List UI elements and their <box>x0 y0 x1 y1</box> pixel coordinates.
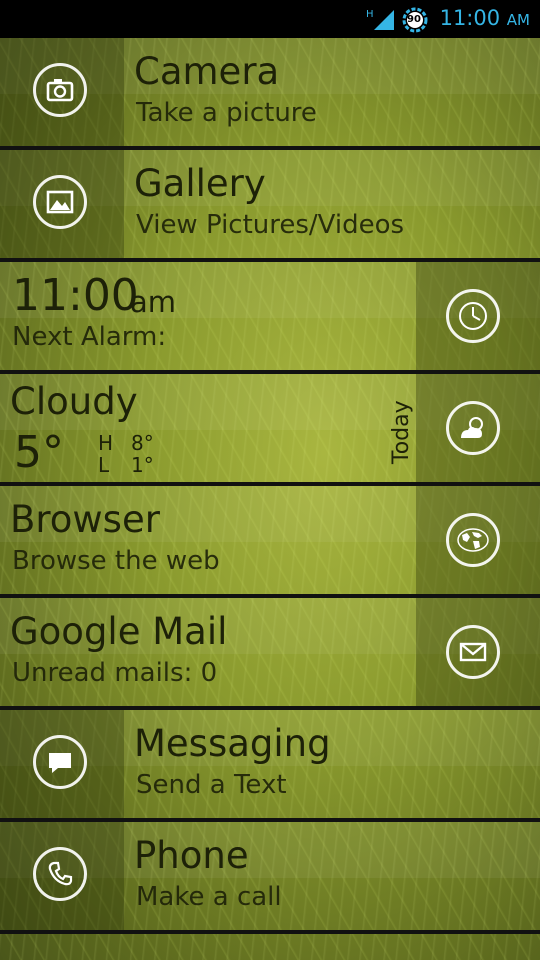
clock-tile[interactable]: 11:00 am Next Alarm: <box>0 262 540 374</box>
signal-icon: H <box>366 9 394 30</box>
clock-icon-box <box>416 262 540 370</box>
mail-subtitle: Unread mails: 0 <box>12 658 218 688</box>
globe-icon <box>446 513 500 567</box>
chat-bubble-icon <box>33 735 87 789</box>
weather-tile[interactable]: Cloudy 5° H 8° L 1° Today <box>0 374 540 486</box>
weather-low-value: 1° <box>131 453 154 477</box>
clock-time: 11:00 <box>12 270 139 321</box>
phone-title: Phone <box>134 834 249 877</box>
weather-cloud-sun-icon <box>446 401 500 455</box>
battery-icon: 90 <box>401 6 429 34</box>
home-screen: Camera Take a picture Gallery View Pictu… <box>0 38 540 960</box>
battery-level: 90 <box>407 14 421 25</box>
clock-next-alarm: Next Alarm: <box>12 322 167 352</box>
network-type-label: H <box>366 9 374 20</box>
messaging-title: Messaging <box>134 722 331 765</box>
clock-icon <box>446 289 500 343</box>
envelope-icon <box>446 625 500 679</box>
camera-icon <box>33 63 87 117</box>
messaging-tile[interactable]: Messaging Send a Text <box>0 710 540 822</box>
browser-subtitle: Browse the web <box>12 546 220 576</box>
mail-icon-box <box>416 598 540 706</box>
weather-temperature: 5° <box>14 427 64 478</box>
gallery-tile[interactable]: Gallery View Pictures/Videos <box>0 150 540 262</box>
camera-title: Camera <box>134 50 280 93</box>
mail-tile[interactable]: Google Mail Unread mails: 0 <box>0 598 540 710</box>
browser-tile[interactable]: Browser Browse the web <box>0 486 540 598</box>
weather-high-value: 8° <box>131 431 154 455</box>
phone-icon-box <box>0 822 124 930</box>
weather-high-label: H <box>98 431 114 455</box>
browser-icon-box <box>416 486 540 594</box>
camera-icon-box <box>0 38 124 146</box>
clock-ampm: am <box>130 285 177 319</box>
gallery-title: Gallery <box>134 162 266 205</box>
status-bar: H 90 11:00 AM <box>0 0 540 38</box>
status-time-value: 11:00 <box>439 6 501 30</box>
phone-tile[interactable]: Phone Make a call <box>0 822 540 934</box>
phone-subtitle: Make a call <box>136 882 282 912</box>
camera-tile[interactable]: Camera Take a picture <box>0 38 540 150</box>
gallery-icon-box <box>0 150 124 258</box>
messaging-subtitle: Send a Text <box>136 770 287 800</box>
weather-icon-box <box>416 374 540 482</box>
status-time: 11:00 AM <box>440 6 530 30</box>
mail-title: Google Mail <box>10 610 228 653</box>
camera-subtitle: Take a picture <box>136 98 317 128</box>
gallery-subtitle: View Pictures/Videos <box>136 210 405 240</box>
status-time-ampm: AM <box>506 11 530 29</box>
picture-icon <box>33 175 87 229</box>
browser-title: Browser <box>10 498 160 541</box>
messaging-icon-box <box>0 710 124 818</box>
weather-day-label: Today <box>389 400 414 464</box>
weather-condition: Cloudy <box>10 380 138 423</box>
phone-icon <box>33 847 87 901</box>
weather-low-label: L <box>98 453 110 477</box>
